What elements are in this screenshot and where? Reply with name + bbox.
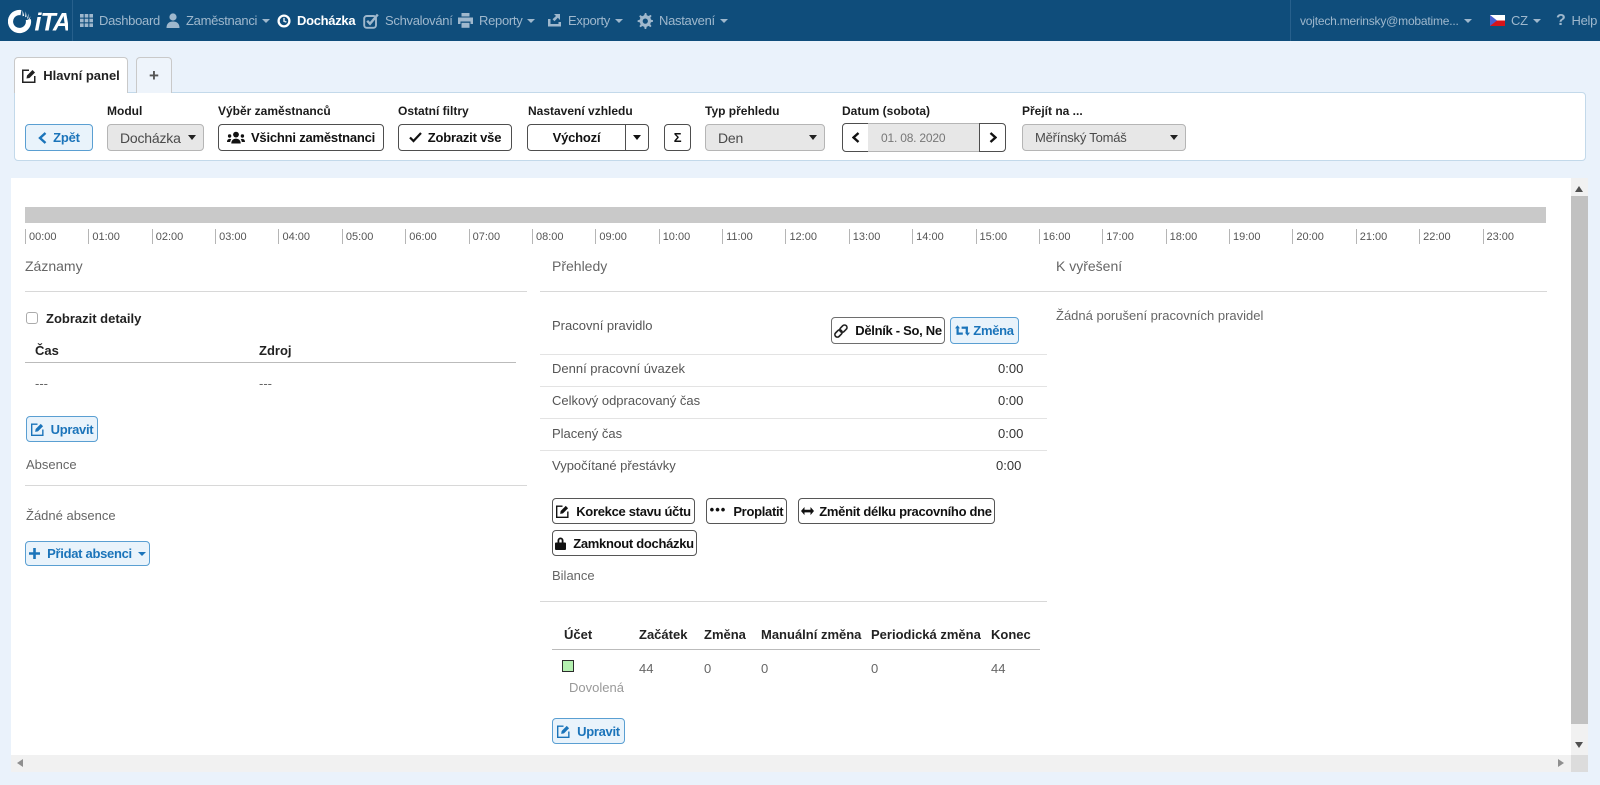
svg-text:iTA: iTA	[35, 9, 69, 36]
